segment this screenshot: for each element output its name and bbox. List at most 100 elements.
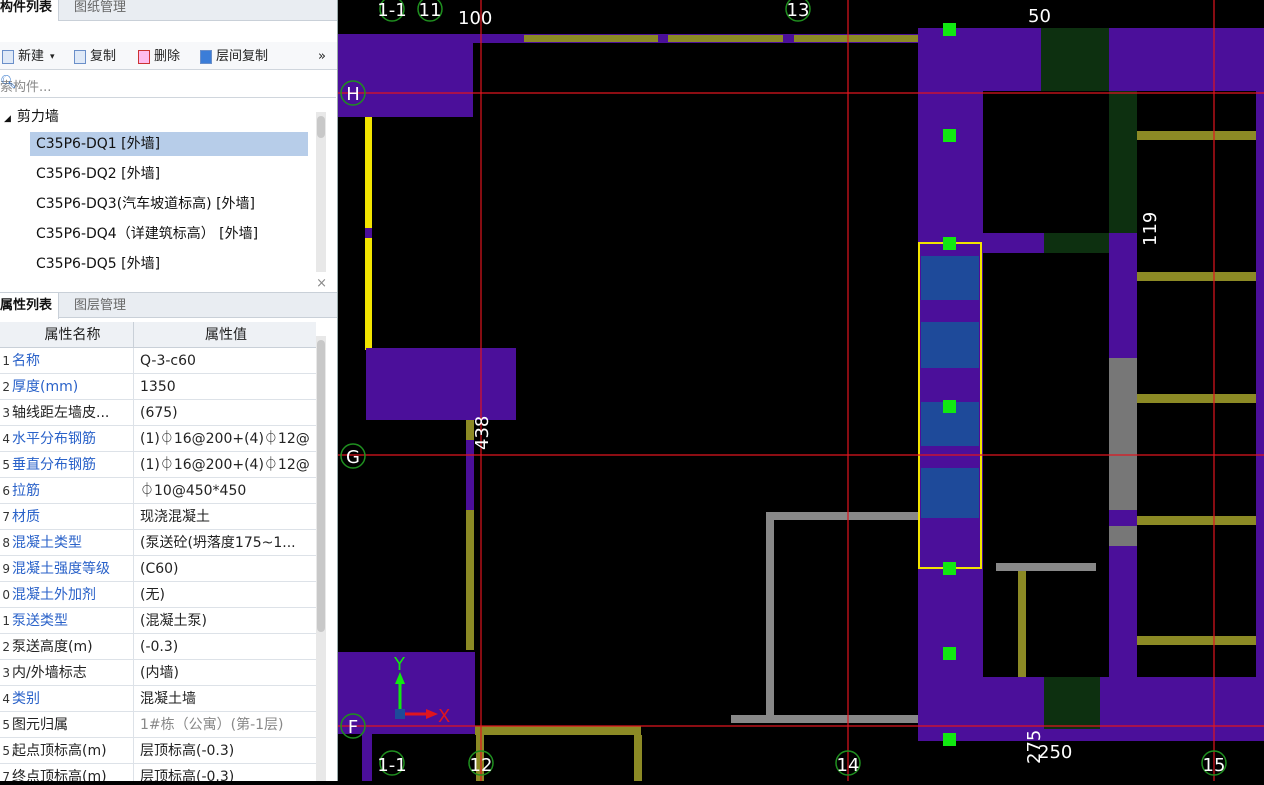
tree-item[interactable]: C35P6-DQ5 [外墙] — [30, 252, 308, 272]
property-row-index: 3 — [2, 406, 10, 420]
property-table-header: 属性名称 属性值 — [0, 322, 316, 348]
property-row[interactable]: 0 混凝土外加剂 (无) — [0, 582, 316, 608]
close-icon[interactable]: × — [316, 276, 327, 291]
property-value[interactable]: 层顶标高(-0.3) — [140, 764, 312, 781]
beam[interactable] — [1137, 272, 1256, 281]
property-row[interactable]: 5 垂直分布钢筋 (1)⏀16@200+(4)⏀12@ — [0, 452, 316, 478]
property-value[interactable]: 1350 — [140, 374, 312, 400]
cad-drawing[interactable]: 1-1 11 13 1-1 12 14 15 H G F 100 50 119 … — [338, 0, 1264, 781]
component-search[interactable]: 索构件... 🔍︎ — [0, 72, 336, 98]
property-row[interactable]: 4 水平分布钢筋 (1)⏀16@200+(4)⏀12@ — [0, 426, 316, 452]
tab-property-list[interactable]: 属性列表 — [0, 293, 60, 319]
delete-button[interactable]: 删除 — [138, 48, 180, 66]
beam[interactable] — [1137, 131, 1256, 140]
property-row[interactable]: 4 类别 混凝土墙 — [0, 686, 316, 712]
property-value[interactable]: (C60) — [140, 556, 312, 582]
property-value[interactable]: 层顶标高(-0.3) — [140, 738, 312, 764]
property-value[interactable]: (1)⏀16@200+(4)⏀12@ — [140, 452, 312, 478]
property-value[interactable]: (1)⏀16@200+(4)⏀12@ — [140, 426, 312, 452]
tree-scroll-thumb[interactable] — [317, 116, 325, 138]
grip-point[interactable] — [943, 647, 956, 660]
property-row-index: 5 — [2, 718, 10, 732]
beam[interactable] — [634, 735, 642, 781]
grey-column[interactable] — [1109, 358, 1137, 510]
grey-column[interactable] — [1109, 526, 1137, 546]
beam[interactable] — [668, 35, 783, 42]
property-row[interactable]: 2 厚度(mm) 1350 — [0, 374, 316, 400]
property-value[interactable]: 混凝土墙 — [140, 686, 312, 712]
copy-button[interactable]: 复制 — [74, 48, 116, 66]
wall[interactable] — [338, 652, 475, 734]
beam[interactable] — [1137, 516, 1256, 525]
property-row[interactable]: 9 混凝土强度等级 (C60) — [0, 556, 316, 582]
tree-item[interactable]: C35P6-DQ4（详建筑标高） [外墙] — [30, 222, 308, 246]
property-row[interactable]: 3 内/外墙标志 (内墙) — [0, 660, 316, 686]
grip-point[interactable] — [943, 129, 956, 142]
tab-component-list[interactable]: 构件列表 — [0, 0, 60, 21]
property-value[interactable]: (混凝土泵) — [140, 608, 312, 634]
property-value[interactable]: 现浇混凝土 — [140, 504, 312, 530]
property-row[interactable]: 7 材质 现浇混凝土 — [0, 504, 316, 530]
axis-label-bottom-14: 14 — [837, 755, 860, 776]
wall[interactable] — [366, 348, 516, 420]
tree-item[interactable]: C35P6-DQ2 [外墙] — [30, 162, 308, 186]
property-row[interactable]: 8 混凝土类型 (泵送砼(坍落度175~1... — [0, 530, 316, 556]
beam[interactable] — [475, 726, 641, 735]
grey-beam[interactable] — [731, 715, 920, 723]
property-row[interactable]: 6 拉筋 ⏀10@450*450 — [0, 478, 316, 504]
property-value[interactable]: (泵送砼(坍落度175~1... — [140, 530, 312, 556]
property-row-index: 7 — [2, 770, 10, 781]
tree-item[interactable]: C35P6-DQ1 [外墙] — [30, 132, 308, 156]
property-row[interactable]: 3 轴线距左墙皮... (675) — [0, 400, 316, 426]
property-row[interactable]: 1 名称 Q-3-c60 — [0, 348, 316, 374]
tab-layer-manage[interactable]: 图层管理 — [68, 293, 132, 319]
grey-beam[interactable] — [996, 563, 1096, 571]
property-row[interactable]: 1 泵送类型 (混凝土泵) — [0, 608, 316, 634]
dropdown-arrow-icon[interactable]: ▾ — [50, 48, 55, 66]
property-row[interactable]: 7 终点顶标高(m) 层顶标高(-0.3) — [0, 764, 316, 781]
property-value[interactable]: Q-3-c60 — [140, 348, 312, 374]
drawing-canvas[interactable]: 1-1 11 13 1-1 12 14 15 H G F 100 50 119 … — [338, 0, 1264, 781]
property-row[interactable]: 5 起点顶标高(m) 层顶标高(-0.3) — [0, 738, 316, 764]
tree-collapse-icon[interactable]: ◢ — [4, 114, 11, 124]
floor-copy-button[interactable]: 层间复制 — [200, 48, 268, 66]
property-row-index: 7 — [2, 510, 10, 524]
toolbar-more-button[interactable]: » — [318, 48, 326, 66]
beam[interactable] — [1018, 571, 1026, 677]
grey-beam[interactable] — [766, 512, 774, 720]
property-row-index: 4 — [2, 432, 10, 446]
new-button[interactable]: 新建 ▾ — [2, 48, 55, 66]
grip-point[interactable] — [943, 237, 956, 250]
wall[interactable] — [362, 734, 372, 781]
property-row[interactable]: 5 图元归属 1#栋（公寓）(第-1层) — [0, 712, 316, 738]
tab-drawing-manage[interactable]: 图纸管理 — [68, 0, 132, 21]
shear-wall[interactable] — [1256, 91, 1264, 741]
beam[interactable] — [1137, 636, 1256, 645]
tree-scrollbar[interactable] — [316, 112, 326, 272]
tree-item[interactable]: C35P6-DQ3(汽车坡道标高) [外墙] — [30, 192, 308, 216]
property-scrollbar[interactable] — [316, 336, 326, 781]
property-value[interactable]: 1#栋（公寓）(第-1层) — [140, 712, 312, 738]
axis-label-top-13: 13 — [787, 0, 810, 21]
header-property-name: 属性名称 — [12, 322, 134, 348]
property-row[interactable]: 2 泵送高度(m) (-0.3) — [0, 634, 316, 660]
property-scroll-thumb[interactable] — [317, 340, 325, 632]
tree-root-shear-wall[interactable]: ◢ 剪力墙 — [4, 106, 59, 126]
grey-beam[interactable] — [766, 512, 920, 520]
grip-point[interactable] — [943, 23, 956, 36]
new-button-label: 新建 — [18, 49, 45, 64]
beam[interactable] — [524, 35, 658, 42]
beam[interactable] — [794, 35, 918, 42]
property-value[interactable]: ⏀10@450*450 — [140, 478, 312, 504]
property-name: 混凝土类型 — [12, 530, 134, 556]
property-value[interactable]: (675) — [140, 400, 312, 426]
grip-point[interactable] — [943, 400, 956, 413]
grip-point[interactable] — [943, 562, 956, 575]
property-value[interactable]: (无) — [140, 582, 312, 608]
property-value[interactable]: (-0.3) — [140, 634, 312, 660]
grip-point[interactable] — [943, 733, 956, 746]
property-value[interactable]: (内墙) — [140, 660, 312, 686]
beam[interactable] — [1137, 394, 1256, 403]
wall-edge[interactable] — [365, 228, 372, 238]
search-icon[interactable]: 🔍︎ — [0, 75, 326, 90]
